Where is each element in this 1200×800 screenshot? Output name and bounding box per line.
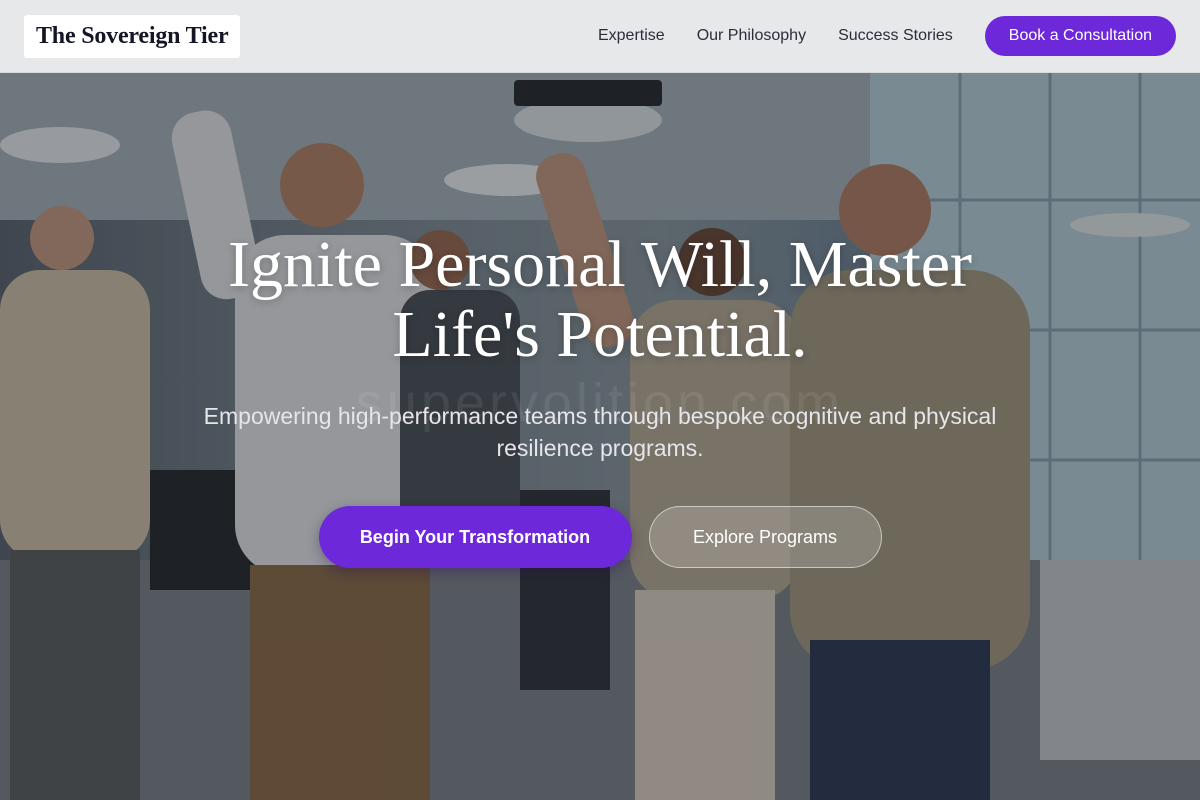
main-nav: Expertise Our Philosophy Success Stories… (566, 16, 1176, 56)
hero-actions: Begin Your Transformation Explore Progra… (0, 506, 1200, 568)
nav-link-success-stories[interactable]: Success Stories (838, 27, 953, 45)
explore-programs-button[interactable]: Explore Programs (648, 506, 882, 568)
hero-subtitle: Empowering high-performance teams throug… (203, 403, 997, 461)
hero-title: Ignite Personal Will, Master Life's Pote… (228, 228, 972, 371)
nav-link-expertise[interactable]: Expertise (598, 27, 665, 45)
book-consultation-button[interactable]: Book a Consultation (984, 16, 1176, 56)
hero-section: Ignite Personal Will, Master Life's Pote… (0, 230, 1200, 568)
begin-transformation-button[interactable]: Begin Your Transformation (318, 506, 632, 568)
brand-logo[interactable]: The Sovereign Tier (24, 14, 241, 58)
nav-link-our-philosophy[interactable]: Our Philosophy (697, 27, 806, 45)
site-header: The Sovereign Tier Expertise Our Philoso… (0, 0, 1200, 73)
